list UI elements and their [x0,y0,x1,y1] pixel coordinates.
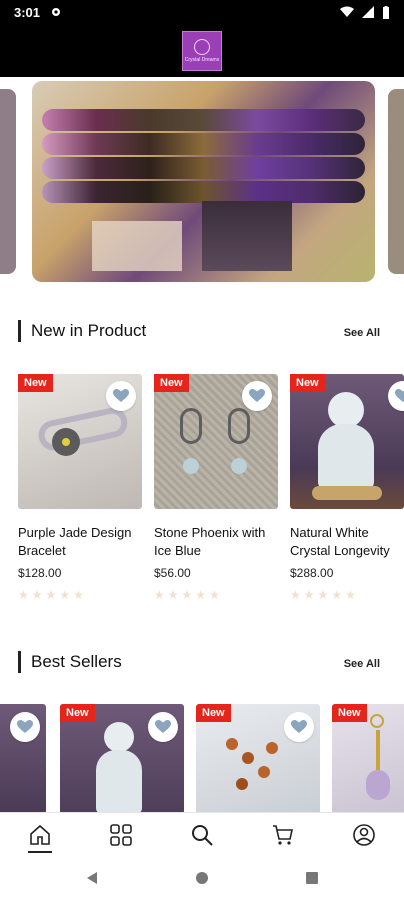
new-badge: New [290,374,325,392]
product-name[interactable]: Stone Phoenix with Ice Blue [154,524,278,560]
battery-icon [383,5,389,19]
product-card[interactable] [0,704,46,814]
star-icon: ★ [195,588,207,602]
star-icon: ★ [59,588,71,602]
section-title: New in Product [31,321,147,340]
star-icon: ★ [73,588,84,602]
home-circle-icon[interactable] [195,871,209,885]
product-rating: ★ ★ ★ ★ ★ [290,588,356,602]
signal-icon [362,6,374,18]
status-time: 3:01 [14,4,41,20]
product-card[interactable]: New [332,704,404,814]
status-bar: 3:01 [0,0,404,24]
cart-icon [272,824,293,845]
star-icon: ★ [181,588,193,602]
star-icon: ★ [154,588,165,602]
new-in-product-header: New in Product [18,320,146,342]
product-price: $56.00 [154,566,191,580]
system-navigation [0,856,404,900]
back-icon[interactable] [85,871,99,885]
brand-logo[interactable]: Crystal Dreams [182,30,222,71]
carousel-next-slide[interactable] [388,89,404,274]
product-rating: ★ ★ ★ ★ ★ [154,588,220,602]
heart-icon [395,389,404,402]
settings-gear-icon [52,8,61,16]
logo-mark-icon [194,38,210,55]
star-icon: ★ [331,588,343,602]
product-price: $128.00 [18,566,62,580]
bottom-navigation [0,812,404,856]
wifi-icon [340,6,354,17]
favorite-button[interactable] [10,712,40,742]
hero-banner-image[interactable] [32,81,375,282]
new-badge: New [196,704,231,722]
see-all-new-link[interactable]: See All [344,327,380,339]
star-icon: ★ [290,588,301,602]
account-icon [352,823,375,846]
nav-account[interactable] [344,815,384,855]
heart-icon [155,720,171,733]
product-name[interactable]: Natural White Crystal Longevity [290,524,404,560]
new-badge: New [18,374,53,392]
product-name[interactable]: Purple Jade Design Bracelet [18,524,142,560]
favorite-button[interactable] [284,712,314,742]
favorite-button[interactable] [242,381,272,411]
star-icon: ★ [303,588,315,602]
heart-icon [17,720,33,733]
heart-icon [249,389,265,402]
star-icon: ★ [317,588,329,602]
app-header: Crystal Dreams [0,24,404,77]
star-icon: ★ [45,588,57,602]
hero-carousel[interactable] [0,78,404,288]
star-icon: ★ [345,588,356,602]
new-badge: New [154,374,189,392]
star-icon: ★ [31,588,43,602]
new-badge: New [60,704,95,722]
nav-cart[interactable] [263,815,303,855]
home-icon [30,824,51,845]
product-price: $288.00 [290,566,334,580]
star-icon: ★ [209,588,220,602]
see-all-best-link[interactable]: See All [344,658,380,670]
grid-icon [110,823,132,846]
new-badge: New [332,704,367,722]
heart-icon [291,720,307,733]
recents-icon[interactable] [305,871,319,885]
heart-icon [113,389,129,402]
best-sellers-header: Best Sellers [18,651,122,673]
nav-search[interactable] [182,815,222,855]
nav-home[interactable] [20,815,60,855]
nav-categories[interactable] [101,815,141,855]
section-title: Best Sellers [31,652,122,671]
section-accent-bar [18,651,21,673]
logo-text: Crystal Dreams [184,56,220,63]
product-card[interactable]: New [196,704,320,814]
best-sellers-list[interactable]: New New New [0,704,404,814]
product-card[interactable]: New [60,704,184,814]
product-rating: ★ ★ ★ ★ ★ [18,588,84,602]
carousel-prev-slide[interactable] [0,89,16,274]
star-icon: ★ [18,588,29,602]
search-icon [191,824,213,846]
product-image[interactable] [290,374,404,509]
section-accent-bar [18,320,21,342]
active-indicator [28,850,53,853]
new-products-list[interactable]: New Purple Jade Design Bracelet $128.00 … [18,374,404,614]
status-icons [340,5,390,19]
star-icon: ★ [167,588,179,602]
favorite-button[interactable] [148,712,178,742]
favorite-button[interactable] [106,381,136,411]
